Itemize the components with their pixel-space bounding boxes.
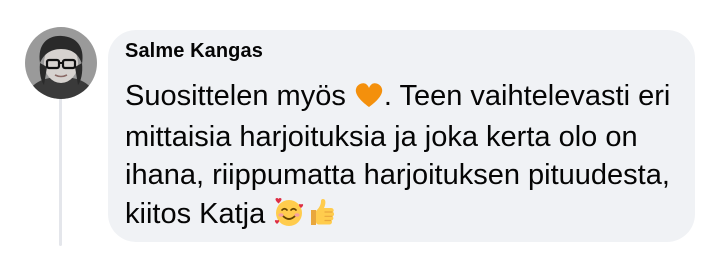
smiling-face-with-hearts-icon — [273, 196, 305, 228]
comment-text-line-1: Suosittelen myös . Teen vaihtelevasti er… — [125, 79, 670, 113]
comment-text-segment: Suosittelen myös — [125, 80, 354, 112]
avatar[interactable] — [25, 27, 97, 99]
comment-author[interactable]: Salme Kangas — [125, 40, 263, 63]
comment-text-segment: kiitos Katja — [125, 198, 274, 230]
comment-text-line-3: ihana, riippumatta harjoituksen pituudes… — [125, 159, 670, 191]
orange-heart-icon — [354, 80, 384, 110]
thumbs-up-icon — [305, 196, 337, 228]
comment-text-segment: . Teen vaihtelevasti eri — [383, 80, 671, 112]
comment-text-line-4: kiitos Katja — [125, 196, 337, 231]
reply-thread-line — [59, 96, 62, 246]
comment-text-line-2: mittaisia harjoituksia ja joka kerta olo… — [125, 121, 638, 153]
avatar-photo — [25, 27, 97, 99]
